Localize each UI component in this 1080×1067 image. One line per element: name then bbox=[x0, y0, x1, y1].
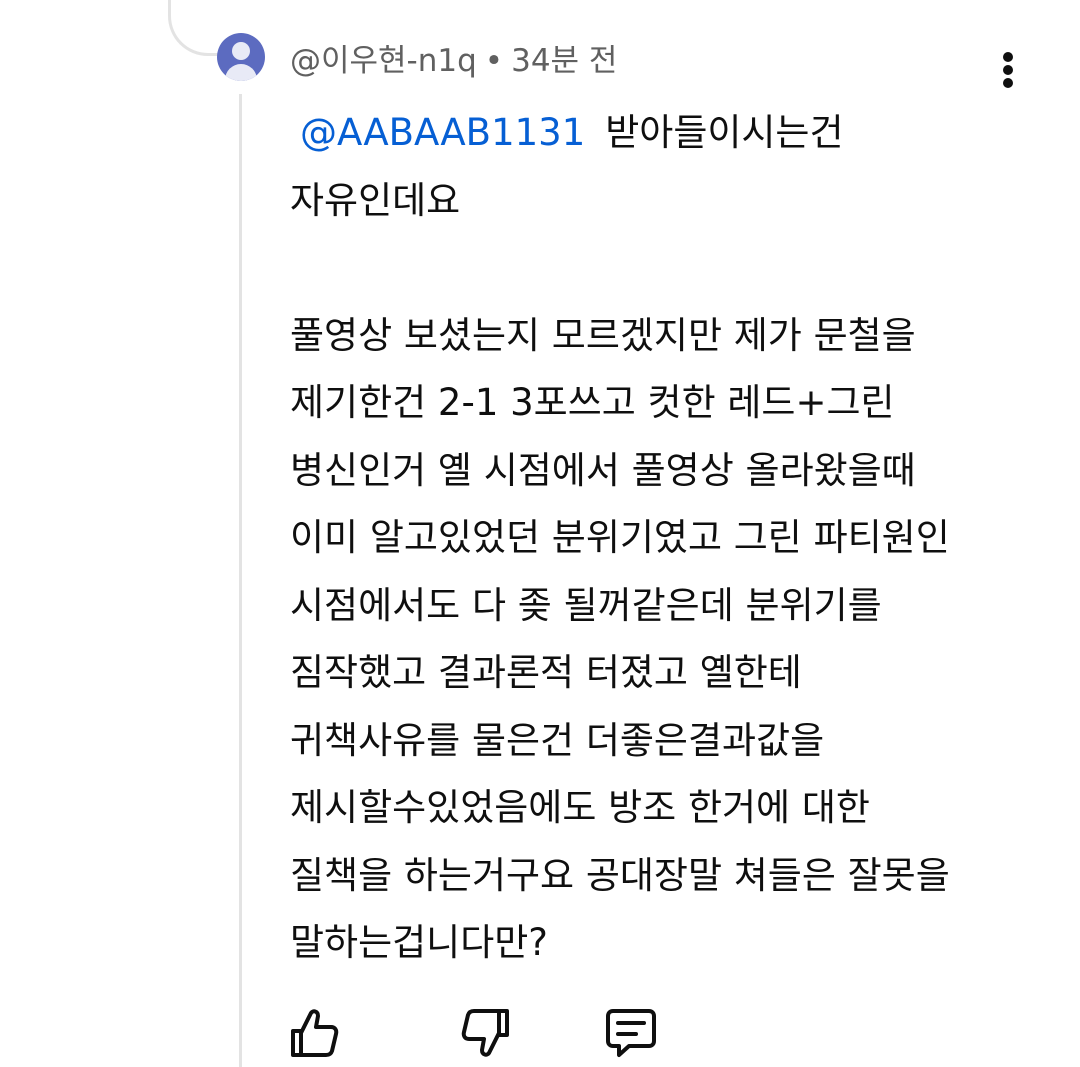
like-button[interactable] bbox=[287, 1005, 343, 1061]
more-dot bbox=[1003, 65, 1013, 75]
comment-line: 병신인거 옐 시점에서 풀영상 올라왔을때 bbox=[290, 448, 916, 492]
meta-separator: • bbox=[484, 43, 504, 79]
more-vertical-icon[interactable] bbox=[990, 48, 1026, 92]
comment-time[interactable]: 34분 전 bbox=[511, 43, 617, 79]
thread-line bbox=[239, 94, 242, 1067]
comment-line: 시점에서도 다 좆 될꺼같은데 분위기를 bbox=[290, 583, 882, 627]
comment-line: 제기한건 2-1 3포쓰고 컷한 레드+그린 bbox=[290, 381, 895, 424]
avatar-head bbox=[232, 42, 250, 60]
avatar-shoulders bbox=[225, 64, 257, 81]
comment-line: 귀책사유를 물은건 더좋은결과값을 bbox=[290, 718, 825, 762]
thumb-up-icon bbox=[291, 1009, 339, 1057]
avatar[interactable] bbox=[217, 33, 265, 81]
comment-line: 이미 알고있었던 분위기였고 그린 파티원인 bbox=[290, 516, 950, 559]
mention-link[interactable]: @AABAAB1131 bbox=[300, 111, 585, 154]
reply-button[interactable] bbox=[603, 1005, 659, 1061]
comment-icon bbox=[606, 1009, 656, 1057]
comment-line bbox=[290, 234, 1050, 302]
dislike-button[interactable] bbox=[457, 1005, 513, 1061]
comment-line: 짐작했고 결과론적 터졌고 옐한테 bbox=[290, 651, 802, 694]
comment-line: 풀영상 보셨는지 모르겠지만 제가 문철을 bbox=[290, 313, 916, 357]
more-dot bbox=[1003, 78, 1013, 88]
comment-line: 질책을 하는거구요 공대장말 쳐들은 잘못을 bbox=[290, 853, 950, 897]
comment-line: 말하는겁니다만? bbox=[290, 921, 548, 964]
comment-line: 자유인데요 bbox=[290, 178, 461, 222]
comment-line: @AABAAB1131 받아들이시는건 bbox=[290, 99, 1050, 167]
comment-line-text: 받아들이시는건 bbox=[605, 111, 844, 154]
author-name[interactable]: @이우현-n1q bbox=[290, 43, 477, 79]
comment-text: @AABAAB1131 받아들이시는건 자유인데요 풀영상 보셨는지 모르겠지만 … bbox=[290, 99, 1050, 977]
more-dot bbox=[1003, 52, 1013, 62]
comment-header: @이우현-n1q • 34분 전 bbox=[290, 41, 617, 81]
comment-line: 제시할수있었음에도 방조 한거에 대한 bbox=[290, 786, 870, 829]
thumb-down-icon bbox=[461, 1009, 509, 1057]
